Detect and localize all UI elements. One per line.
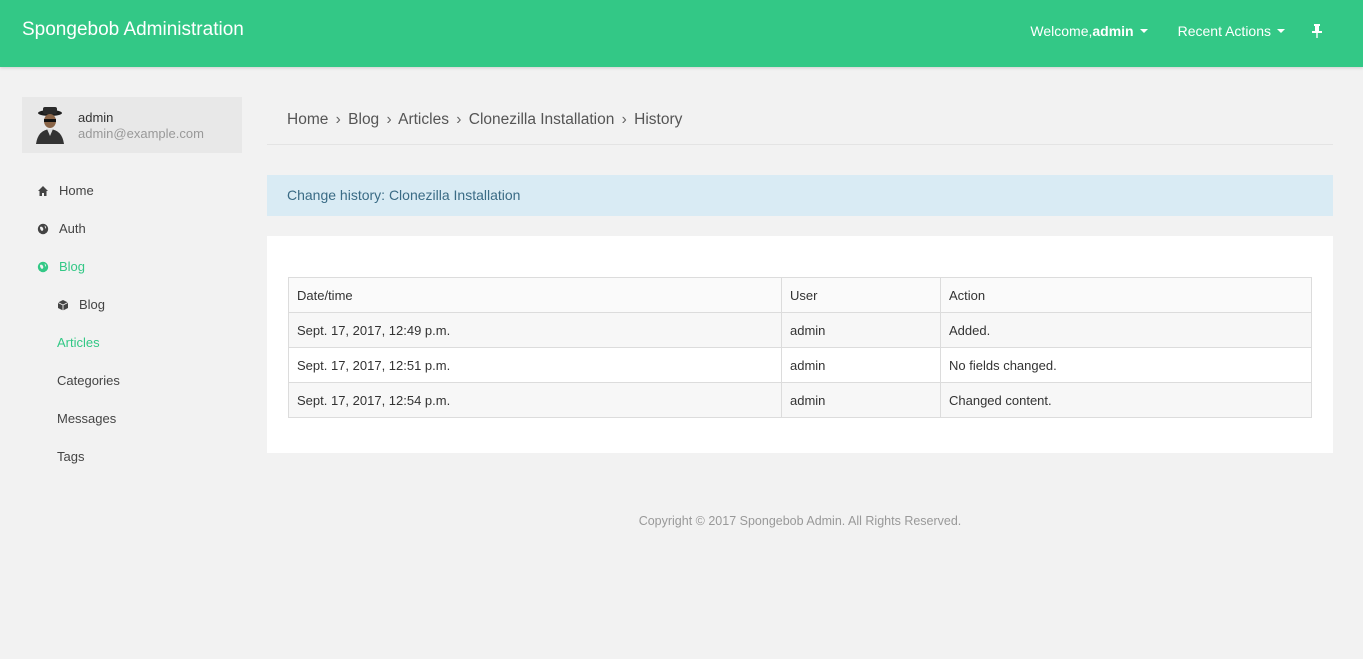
breadcrumb-divider [267, 144, 1333, 145]
user-email: admin@example.com [78, 126, 204, 141]
cell-action: Changed content. [940, 382, 1312, 418]
sidebar-item-label: Home [59, 183, 94, 198]
cell-action: No fields changed. [940, 347, 1312, 383]
breadcrumb-current: History [634, 111, 683, 128]
welcome-prefix: Welcome, [1030, 22, 1093, 39]
cube-icon [57, 299, 69, 310]
sidebar-item-blog-model[interactable]: Blog [57, 297, 105, 312]
breadcrumb-separator: › [621, 111, 627, 128]
breadcrumb-separator: › [386, 111, 392, 128]
cell-datetime: Sept. 17, 2017, 12:54 p.m. [288, 382, 782, 418]
sidebar-item-label: Auth [59, 221, 86, 236]
home-icon [38, 185, 48, 196]
cell-user: admin [781, 382, 941, 418]
globe-icon [37, 223, 49, 234]
globe-icon [37, 261, 49, 272]
sidebar-item-messages[interactable]: Messages [57, 411, 116, 426]
table-row: Sept. 17, 2017, 12:51 p.m. admin No fiel… [288, 347, 1312, 383]
avatar [36, 107, 64, 144]
recent-actions-dropdown[interactable]: Recent Actions [1178, 23, 1285, 39]
page-title: Change history: Clonezilla Installation [287, 187, 521, 203]
sidebar-item-articles[interactable]: Articles [57, 335, 100, 350]
breadcrumb: Home › Blog › Articles › Clonezilla Inst… [287, 111, 682, 129]
sidebar-item-label: Blog [79, 297, 106, 312]
column-header-datetime: Date/time [288, 277, 782, 313]
history-table: Date/time User Action Sept. 17, 2017, 12… [288, 277, 1312, 418]
sidebar-item-label: Articles [57, 335, 100, 350]
cell-user: admin [781, 347, 941, 383]
table-row: Sept. 17, 2017, 12:49 p.m. admin Added. [288, 312, 1312, 348]
column-header-action: Action [940, 277, 1312, 313]
sidebar-item-auth[interactable]: Auth [37, 221, 86, 236]
breadcrumb-separator: › [456, 111, 462, 128]
sidebar-item-label: Messages [57, 411, 117, 426]
sidebar-item-blog[interactable]: Blog [37, 259, 85, 274]
page-title-bar: Change history: Clonezilla Installation [267, 175, 1333, 216]
breadcrumb-home[interactable]: Home [287, 111, 328, 128]
sidebar-item-home[interactable]: Home [37, 183, 94, 198]
welcome-dropdown[interactable]: Welcome, admin [1030, 22, 1148, 39]
sidebar-item-label: Tags [57, 449, 85, 464]
breadcrumb-separator: › [335, 111, 341, 128]
caret-down-icon [1277, 28, 1285, 33]
top-navbar: Spongebob Administration Welcome, admin … [0, 0, 1363, 67]
sidebar-item-label: Blog [59, 259, 86, 274]
sidebar-item-tags[interactable]: Tags [57, 449, 84, 464]
breadcrumb-blog[interactable]: Blog [348, 111, 379, 128]
navbar-right: Welcome, admin Recent Actions [1030, 0, 1363, 61]
content-panel: Date/time User Action Sept. 17, 2017, 12… [267, 236, 1333, 453]
caret-down-icon [1139, 28, 1148, 33]
column-header-user: User [781, 277, 941, 313]
recent-actions-label: Recent Actions [1177, 22, 1271, 39]
user-panel: admin admin@example.com [22, 97, 242, 153]
cell-datetime: Sept. 17, 2017, 12:49 p.m. [288, 312, 782, 348]
sidebar-item-label: Categories [57, 373, 120, 388]
cell-datetime: Sept. 17, 2017, 12:51 p.m. [288, 347, 782, 383]
table-row: Sept. 17, 2017, 12:54 p.m. admin Changed… [288, 382, 1312, 418]
user-name: admin [78, 110, 114, 125]
table-header-row: Date/time User Action [288, 277, 1312, 313]
sidebar-item-categories[interactable]: Categories [57, 373, 120, 388]
cell-action: Added. [940, 312, 1312, 348]
cell-user: admin [781, 312, 941, 348]
pin-icon[interactable] [1311, 23, 1325, 39]
welcome-username: admin [1092, 22, 1134, 39]
breadcrumb-article[interactable]: Clonezilla Installation [469, 111, 615, 128]
footer-copyright: Copyright © 2017 Spongebob Admin. All Ri… [638, 514, 962, 528]
breadcrumb-articles[interactable]: Articles [398, 111, 449, 128]
site-brand[interactable]: Spongebob Administration [22, 19, 244, 41]
